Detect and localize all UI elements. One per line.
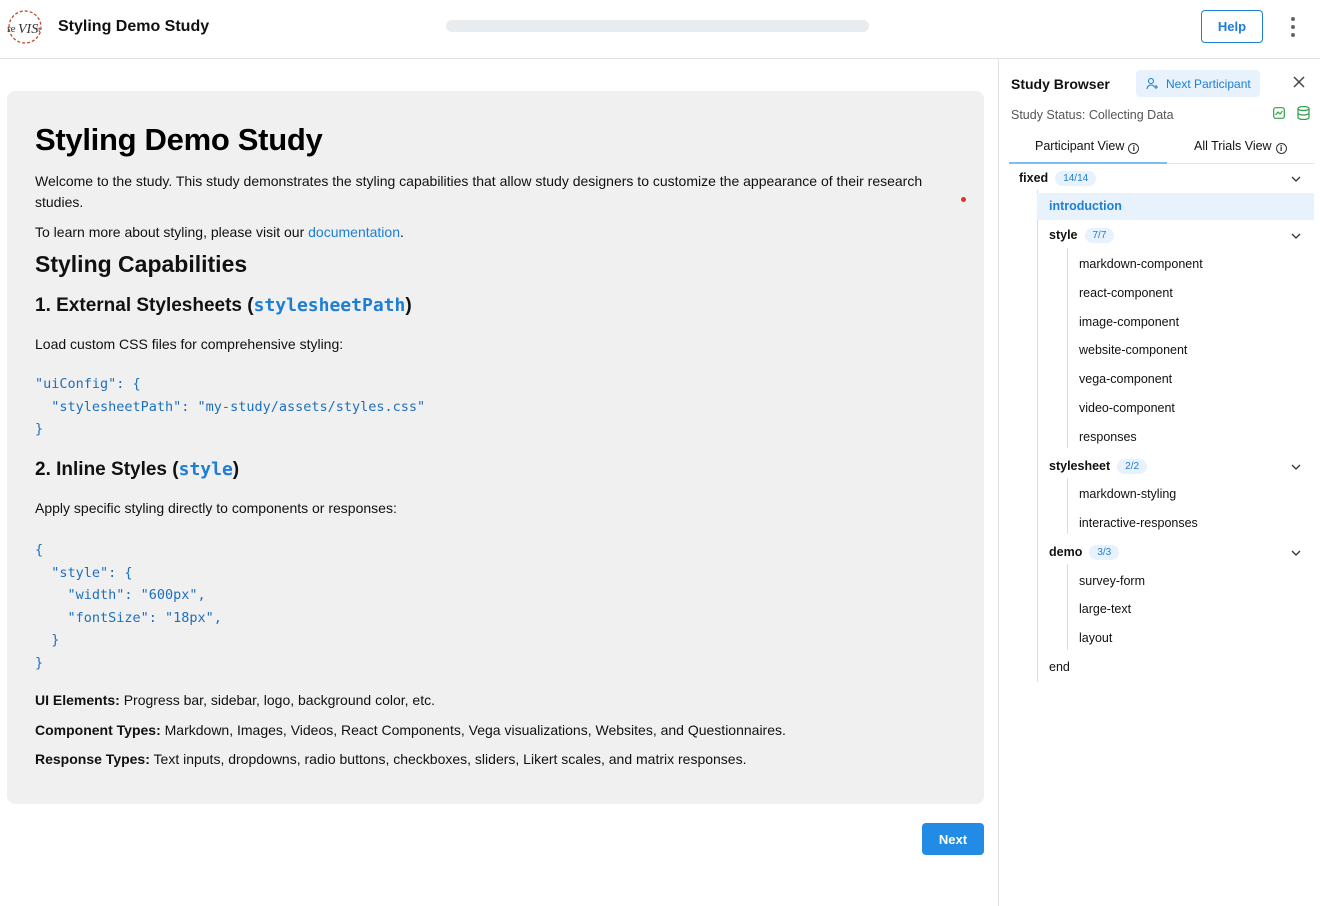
content-card: Styling Demo Study Welcome to the study.… [7,91,984,804]
section2-desc: Apply specific styling directly to compo… [35,500,397,516]
revisit-logo: re VIS it [7,10,42,44]
app-title: Styling Demo Study [58,18,210,35]
tree-item[interactable]: video-component [1079,401,1175,415]
study-status: Study Status: Collecting Data [1011,108,1174,122]
study-browser-sidebar: Study Browser Next Participant Study Sta… [998,59,1320,906]
svg-text:it: it [36,25,41,34]
tree-item[interactable]: markdown-styling [1079,487,1176,501]
chevron-down-icon[interactable] [1291,233,1301,239]
tree-item[interactable]: large-text [1079,602,1131,616]
section1-heading: 1. External Stylesheets (stylesheetPath) [35,295,412,317]
learn-more-prefix: To learn more about styling, please visi… [35,224,309,240]
section1-code-block: "uiConfig": { "stylesheetPath": "my-stud… [35,376,426,437]
more-options-icon[interactable] [1283,14,1303,40]
group-name: demo [1049,545,1083,559]
documentation-link[interactable]: documentation [308,224,400,240]
progress-bar [446,20,869,32]
tree-item[interactable]: vega-component [1079,372,1172,386]
section1-prefix: 1. External Stylesheets ( [35,295,254,316]
tree-group-fixed[interactable]: fixed 14/14 [1019,171,1097,186]
sidebar-title: Study Browser [1011,76,1110,92]
tree-item[interactable]: image-component [1079,315,1179,329]
group-name: style [1049,228,1078,242]
info-icon: i [1275,143,1287,154]
ui-elements-text: UI Elements: Progress bar, sidebar, logo… [35,690,435,711]
tree-item[interactable]: markdown-component [1079,257,1203,271]
help-button[interactable]: Help [1201,10,1263,43]
component-types-label: Component Types: [35,722,161,738]
info-icon: i [1128,143,1140,154]
chevron-down-icon[interactable] [1291,176,1301,182]
learn-more-text: To learn more about styling, please visi… [35,222,404,243]
tree-guide-line [1037,190,1038,682]
tree-item[interactable]: interactive-responses [1079,516,1198,530]
response-types-value: Text inputs, dropdowns, radio buttons, c… [149,751,747,767]
tree-guide-line [1067,248,1068,448]
tree-guide-line [1067,478,1068,534]
group-name: stylesheet [1049,459,1111,473]
section2-code-block: { "style": { "width": "600px", "fontSize… [35,542,222,671]
section2-heading: 2. Inline Styles (style) [35,459,239,481]
chevron-down-icon[interactable] [1291,550,1301,556]
intro-text: Welcome to the study. This study demonst… [35,173,923,210]
tree-item-introduction[interactable]: introduction [1049,199,1122,213]
tree-item[interactable]: layout [1079,631,1112,645]
next-participant-label: Next Participant [1166,76,1251,91]
tab-all-trials-label: All Trials View [1194,139,1272,153]
next-participant-button[interactable]: Next Participant [1136,70,1260,97]
tab-participant-label: Participant View [1035,139,1125,153]
count-badge: 14/14 [1055,171,1097,186]
tree-guide-line [1067,564,1068,650]
capabilities-heading: Styling Capabilities [35,251,248,277]
user-plus-icon [1146,77,1158,90]
close-icon[interactable] [1292,75,1306,89]
count-badge: 3/3 [1089,545,1120,560]
tree-item-end[interactable]: end [1049,660,1070,674]
section2-code: style [178,459,233,480]
tree-group-style[interactable]: style 7/7 [1049,228,1115,243]
section1-suffix: ) [405,295,412,316]
tab-all-trials-view[interactable]: All Trials View i [1194,139,1287,163]
svg-text:re: re [7,23,16,35]
active-tab-indicator [1009,162,1167,164]
tab-participant-view[interactable]: Participant View i [1035,139,1140,163]
page-title: Styling Demo Study [35,122,323,157]
section2-prefix: 2. Inline Styles ( [35,459,179,480]
group-name: fixed [1019,171,1049,185]
count-badge: 2/2 [1117,459,1148,474]
section1-code: stylesheetPath [253,295,406,316]
header: re VIS it Styling Demo Study Help [0,0,1320,59]
component-types-value: Markdown, Images, Videos, React Componen… [160,722,786,738]
response-types-label: Response Types: [35,751,150,767]
next-button[interactable]: Next [922,823,984,855]
chevron-down-icon[interactable] [1291,464,1301,470]
section1-desc: Load custom CSS files for comprehensive … [35,336,344,352]
tree-item[interactable]: website-component [1079,343,1187,357]
ui-elements-label: UI Elements: [35,692,120,708]
database-icon[interactable] [1297,106,1310,120]
tree-item[interactable]: react-component [1079,286,1173,300]
count-badge: 7/7 [1084,228,1115,243]
tree-item[interactable]: survey-form [1079,574,1145,588]
tree-item[interactable]: responses [1079,430,1137,444]
chart-icon[interactable] [1273,107,1285,119]
tree-group-stylesheet[interactable]: stylesheet 2/2 [1049,459,1148,474]
section2-suffix: ) [232,459,240,480]
tree-group-demo[interactable]: demo 3/3 [1049,545,1120,560]
red-dot-marker [961,197,966,202]
ui-elements-value: Progress bar, sidebar, logo, background … [119,692,435,708]
learn-more-suffix: . [399,224,404,240]
component-types-text: Component Types: Markdown, Images, Video… [35,720,786,741]
response-types-text: Response Types: Text inputs, dropdowns, … [35,749,746,770]
